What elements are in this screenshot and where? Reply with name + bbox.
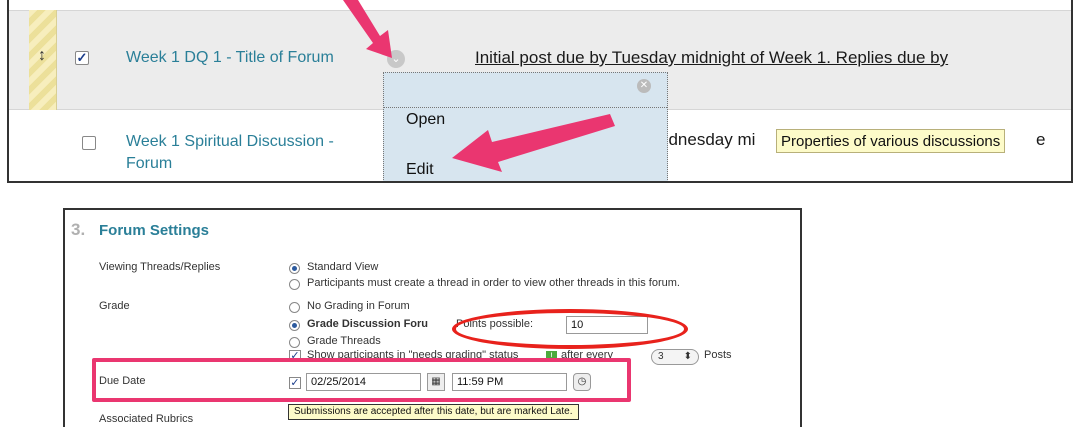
drag-handle-icon[interactable]: ↕: [38, 47, 46, 65]
menu-item-edit[interactable]: Edit: [406, 161, 434, 179]
menu-item-open[interactable]: Open: [406, 111, 445, 129]
grade-forum-label: Grade Discussion Foru: [307, 318, 429, 330]
grade-threads-radio[interactable]: [289, 337, 300, 348]
discussion-list-panel: ↕ ✓ Week 1 DQ 1 - Title of Forum ⌄ Initi…: [7, 0, 1073, 183]
forum-link-line1: Week 1 Spiritual Discussion -: [126, 133, 334, 150]
grade-label: Grade: [99, 300, 130, 312]
row-1-checkbox[interactable]: ✓: [75, 51, 89, 65]
standard-view-label: Standard View: [307, 261, 379, 273]
row-1-description: Initial post due by Tuesday midnight of …: [475, 48, 949, 67]
section-title: Forum Settings: [99, 222, 210, 239]
step-number: 3.: [71, 220, 86, 239]
discussion-tooltip: Properties of various discussions: [776, 129, 1006, 153]
posts-label: Posts: [704, 349, 732, 361]
grade-threads-label: Grade Threads: [307, 335, 381, 347]
associated-rubrics-label: Associated Rubrics: [99, 413, 194, 425]
no-grading-radio[interactable]: [289, 302, 300, 313]
participants-thread-radio[interactable]: [289, 279, 300, 290]
participants-thread-label: Participants must create a thread in ord…: [307, 277, 680, 289]
close-icon[interactable]: ✕: [637, 79, 651, 93]
posts-count-value: 3: [658, 351, 664, 362]
no-grading-label: No Grading in Forum: [307, 300, 410, 312]
standard-view-radio[interactable]: [289, 263, 300, 274]
due-date-tooltip: Submissions are accepted after this date…: [288, 404, 579, 420]
forum-link-week1-dq1[interactable]: Week 1 DQ 1 - Title of Forum: [126, 47, 334, 69]
chevron-down-icon[interactable]: ⌄: [387, 50, 405, 68]
points-highlight-ellipse: [452, 309, 688, 349]
menu-divider: [384, 107, 667, 108]
forum-link-week1-spiritual[interactable]: Week 1 Spiritual Discussion - Forum: [126, 131, 386, 175]
viewing-label: Viewing Threads/Replies: [99, 261, 221, 273]
row-2-checkbox[interactable]: [82, 136, 96, 150]
context-menu: ✕ Open Edit: [383, 72, 668, 181]
select-arrows-icon: ⬍: [683, 351, 692, 362]
forum-link-line2: Forum: [126, 155, 173, 172]
grade-forum-radio[interactable]: [289, 320, 300, 331]
due-date-highlight-box: [92, 358, 631, 402]
posts-count-select[interactable]: 3 ⬍: [651, 349, 699, 365]
row-2-description-line1: ednesday mi: [659, 130, 756, 149]
row-2-description-tail: e: [1036, 130, 1046, 149]
